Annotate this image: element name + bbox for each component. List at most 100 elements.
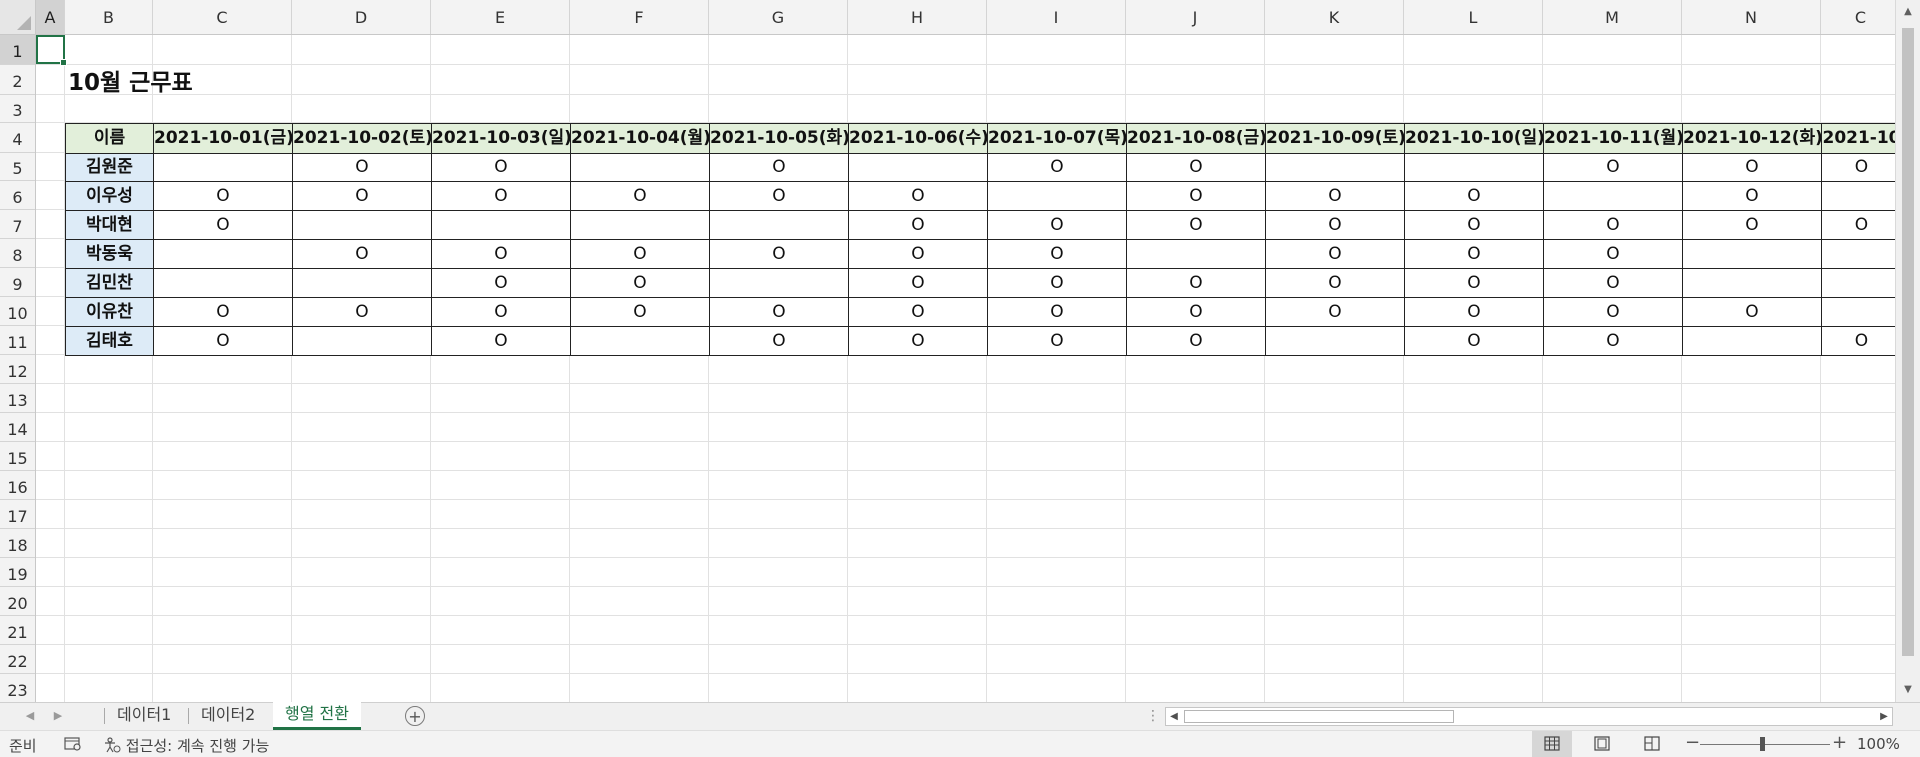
row-header[interactable]: 9 xyxy=(0,268,35,297)
column-header[interactable]: M xyxy=(1543,0,1682,34)
employee-name-cell[interactable]: 이유찬 xyxy=(65,297,154,327)
shift-mark-cell[interactable] xyxy=(153,239,293,269)
date-header-cell[interactable]: 2021-10-07(목) xyxy=(987,123,1127,154)
zoom-slider[interactable] xyxy=(1700,744,1830,745)
date-header-cell[interactable]: 2021-10-03(일) xyxy=(431,123,571,154)
shift-mark-cell[interactable] xyxy=(1682,326,1822,356)
shift-mark-cell[interactable] xyxy=(1543,181,1683,211)
row-header[interactable]: 21 xyxy=(0,616,35,645)
page-break-button[interactable] xyxy=(1632,731,1672,757)
shift-mark-cell[interactable] xyxy=(1682,268,1822,298)
sheet-title[interactable]: 10월 근무표 xyxy=(68,68,193,98)
shift-mark-cell[interactable]: O xyxy=(987,153,1127,182)
employee-name-cell[interactable]: 김태호 xyxy=(65,326,154,356)
column-header[interactable]: C xyxy=(1821,0,1895,34)
shift-mark-cell[interactable] xyxy=(570,210,710,240)
shift-mark-cell[interactable]: O xyxy=(848,239,988,269)
row-header[interactable]: 4 xyxy=(0,123,35,153)
sheet-tab-transpose[interactable]: 행열 전환 xyxy=(273,702,361,730)
shift-mark-cell[interactable]: O xyxy=(1126,268,1266,298)
employee-name-cell[interactable]: 박대현 xyxy=(65,210,154,240)
shift-mark-cell[interactable] xyxy=(1682,239,1822,269)
shift-mark-cell[interactable]: O xyxy=(1404,239,1544,269)
name-header-cell[interactable]: 이름 xyxy=(65,123,154,154)
shift-mark-cell[interactable] xyxy=(1821,239,1895,269)
scroll-right-icon[interactable]: ▶ xyxy=(1876,708,1892,725)
row-header[interactable]: 20 xyxy=(0,587,35,616)
column-header[interactable]: J xyxy=(1126,0,1265,34)
shift-mark-cell[interactable] xyxy=(292,268,432,298)
shift-mark-cell[interactable]: O xyxy=(1404,326,1544,356)
shift-mark-cell[interactable]: O xyxy=(848,210,988,240)
select-all-icon[interactable] xyxy=(0,0,36,35)
shift-mark-cell[interactable] xyxy=(1821,181,1895,211)
row-header[interactable]: 15 xyxy=(0,442,35,471)
shift-mark-cell[interactable] xyxy=(153,268,293,298)
macro-record-icon[interactable] xyxy=(64,737,82,755)
shift-mark-cell[interactable]: O xyxy=(987,268,1127,298)
accessibility-status[interactable]: 접근성: 계속 진행 가능 xyxy=(103,735,269,757)
shift-mark-cell[interactable]: O xyxy=(987,326,1127,356)
date-header-cell[interactable]: 2021-10-09(토) xyxy=(1265,123,1405,154)
zoom-out-button[interactable]: − xyxy=(1685,732,1700,753)
row-header[interactable]: 3 xyxy=(0,95,35,123)
shift-mark-cell[interactable]: O xyxy=(153,297,293,327)
shift-mark-cell[interactable]: O xyxy=(1821,153,1895,182)
prev-sheet-icon[interactable]: ◀ xyxy=(20,706,40,726)
scroll-down-icon[interactable]: ▼ xyxy=(1896,678,1920,702)
shift-mark-cell[interactable]: O xyxy=(709,297,849,327)
shift-mark-cell[interactable]: O xyxy=(709,181,849,211)
shift-mark-cell[interactable]: O xyxy=(709,326,849,356)
shift-mark-cell[interactable]: O xyxy=(987,239,1127,269)
row-header[interactable]: 6 xyxy=(0,181,35,210)
shift-mark-cell[interactable]: O xyxy=(1543,153,1683,182)
shift-mark-cell[interactable] xyxy=(1821,268,1895,298)
date-header-cell[interactable]: 2021-10-01(금) xyxy=(153,123,293,154)
cell-area[interactable]: 10월 근무표 이름 2021-10-01(금) 2021-10-02(토) 2021… xyxy=(36,35,1895,702)
shift-mark-cell[interactable]: O xyxy=(431,297,571,327)
row-header[interactable]: 17 xyxy=(0,500,35,529)
shift-mark-cell[interactable]: O xyxy=(1682,181,1822,211)
row-header[interactable]: 10 xyxy=(0,297,35,326)
vertical-scrollbar[interactable]: ▲ ▼ xyxy=(1895,0,1920,702)
column-header[interactable]: H xyxy=(848,0,987,34)
shift-mark-cell[interactable] xyxy=(153,153,293,182)
horizontal-scrollbar[interactable]: ◀ ▶ xyxy=(1165,707,1893,726)
shift-mark-cell[interactable]: O xyxy=(292,239,432,269)
shift-mark-cell[interactable]: O xyxy=(1126,326,1266,356)
shift-mark-cell[interactable]: O xyxy=(153,326,293,356)
shift-mark-cell[interactable]: O xyxy=(292,181,432,211)
column-header[interactable]: N xyxy=(1682,0,1821,34)
column-header[interactable]: F xyxy=(570,0,709,34)
shift-mark-cell[interactable]: O xyxy=(570,239,710,269)
sheet-tab-data1[interactable]: 데이터1 xyxy=(105,703,183,729)
shift-mark-cell[interactable]: O xyxy=(1265,297,1405,327)
zoom-level[interactable]: 100% xyxy=(1857,735,1900,753)
shift-mark-cell[interactable]: O xyxy=(570,297,710,327)
shift-mark-cell[interactable] xyxy=(709,210,849,240)
employee-name-cell[interactable]: 이우성 xyxy=(65,181,154,211)
shift-mark-cell[interactable]: O xyxy=(1404,297,1544,327)
column-header[interactable]: I xyxy=(987,0,1126,34)
shift-mark-cell[interactable]: O xyxy=(1543,326,1683,356)
shift-mark-cell[interactable]: O xyxy=(1543,268,1683,298)
date-header-cell[interactable]: 2021-10-12(화) xyxy=(1682,123,1822,154)
row-header[interactable]: 22 xyxy=(0,645,35,674)
row-header[interactable]: 19 xyxy=(0,558,35,587)
shift-mark-cell[interactable]: O xyxy=(431,239,571,269)
shift-mark-cell[interactable]: O xyxy=(987,297,1127,327)
shift-mark-cell[interactable]: O xyxy=(1682,297,1822,327)
shift-mark-cell[interactable]: O xyxy=(292,153,432,182)
shift-mark-cell[interactable]: O xyxy=(1265,210,1405,240)
shift-mark-cell[interactable] xyxy=(292,326,432,356)
row-header[interactable]: 14 xyxy=(0,413,35,442)
zoom-slider-thumb[interactable] xyxy=(1760,737,1765,751)
shift-mark-cell[interactable]: O xyxy=(1126,210,1266,240)
shift-mark-cell[interactable] xyxy=(1404,153,1544,182)
date-header-cell[interactable]: 2021-10-06(수) xyxy=(848,123,988,154)
row-header[interactable]: 23 xyxy=(0,674,35,702)
employee-name-cell[interactable]: 김원준 xyxy=(65,153,154,182)
shift-mark-cell[interactable] xyxy=(1265,153,1405,182)
shift-mark-cell[interactable]: O xyxy=(431,181,571,211)
page-layout-button[interactable] xyxy=(1582,731,1622,757)
